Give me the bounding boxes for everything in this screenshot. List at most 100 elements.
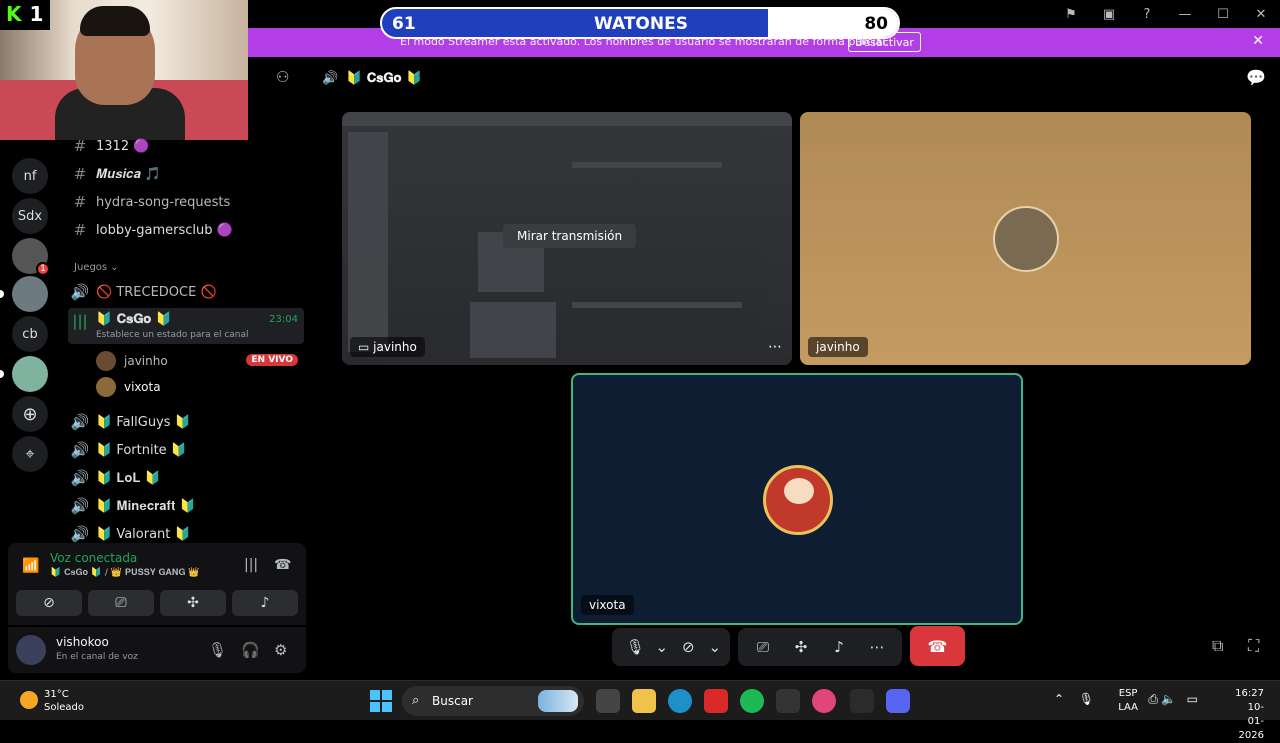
taskbar-search[interactable]: ⌕ Buscar	[402, 686, 584, 716]
speaker-icon: 🔊	[70, 497, 90, 515]
tile-name: ▭ javinho	[350, 337, 425, 357]
user-tile-vixota[interactable]: vixota	[571, 373, 1023, 625]
username[interactable]: vishokoo	[56, 635, 109, 649]
spotify-icon[interactable]	[740, 689, 764, 713]
channel-musica[interactable]: # 𝑴𝒖𝒔𝒊𝒄𝒂 🎵	[68, 160, 304, 188]
avatar	[763, 465, 833, 535]
voice-channel-fortnite[interactable]: 🔊 🔰 Fortnite 🔰	[68, 436, 304, 464]
maximize-icon[interactable]: ☐	[1204, 7, 1242, 22]
speaker-icon: 🔊	[322, 70, 339, 86]
more-icon[interactable]: ⋯	[860, 638, 894, 656]
user-tile-javinho[interactable]: javinho	[800, 112, 1251, 365]
voice-active-icon: |||	[72, 312, 88, 330]
server-badge: 1	[36, 262, 50, 276]
battery-icon[interactable]: ▭	[1187, 692, 1198, 706]
signal-icon[interactable]: 📶	[22, 558, 39, 574]
score-left: 61	[392, 14, 416, 34]
edge-icon[interactable]	[668, 689, 692, 713]
task-view-icon[interactable]	[596, 689, 620, 713]
volume-icon[interactable]: 🔈	[1161, 692, 1176, 706]
activities-icon[interactable]: ✣	[784, 638, 818, 656]
voice-channel-valorant[interactable]: 🔊 🔰 Valorant 🔰	[68, 520, 304, 545]
voice-connected-panel: 📶 Voz conectada 🔰 𝐂𝐬𝐆𝐨 🔰 / 👑 𝐏𝐔𝐒𝐒𝐘 𝐆𝐀𝐍𝐆 …	[8, 543, 306, 625]
soundboard-button[interactable]: ♪	[232, 590, 298, 616]
settings-icon[interactable]: ⚙	[274, 641, 287, 659]
chat-icon[interactable]: 💬	[1246, 68, 1266, 87]
soundboard-icon[interactable]: ♪	[822, 638, 856, 656]
discord-icon[interactable]	[886, 689, 910, 713]
file-explorer-icon[interactable]	[632, 689, 656, 713]
server-icon-c[interactable]	[12, 356, 48, 392]
start-button[interactable]	[370, 690, 392, 712]
stream-tile[interactable]: Mirar transmisión ▭ javinho ⋯	[342, 112, 792, 365]
voice-channel-fallguys[interactable]: 🔊 🔰 FallGuys 🔰	[68, 408, 304, 436]
watch-stream-button[interactable]: Mirar transmisión	[503, 224, 637, 248]
category-juegos[interactable]: Juegos ⌄	[74, 262, 119, 273]
member-javinho[interactable]: javinho EN VIVO	[96, 349, 304, 373]
app-icon[interactable]	[776, 689, 800, 713]
score-right: 80	[864, 14, 888, 34]
microphone-icon[interactable]: 🎙	[620, 638, 651, 656]
server-nf[interactable]: nf	[12, 158, 48, 194]
channel-lobby[interactable]: # lobby-gamersclub 🟣	[68, 216, 304, 244]
camera-off-icon[interactable]: ⊘	[673, 638, 704, 656]
channel-1312[interactable]: #1312 🟣	[68, 132, 304, 160]
server-sdx[interactable]: Sdx	[12, 198, 48, 234]
chevron-down-icon[interactable]: ⌄	[708, 638, 722, 656]
clock[interactable]: 16:27 10-01-2026	[1235, 687, 1264, 743]
tile-name: vixota	[581, 595, 634, 615]
avatar[interactable]	[16, 635, 46, 665]
member-vixota[interactable]: vixota	[96, 375, 304, 399]
browser-icon[interactable]	[812, 689, 836, 713]
language-indicator[interactable]: ESP LAA	[1118, 687, 1138, 715]
speaker-icon: 🔊	[70, 469, 90, 487]
noise-suppression-icon[interactable]: |||	[244, 557, 258, 573]
activities-button[interactable]: ✣	[160, 590, 226, 616]
screen-share-button[interactable]: ⎚	[88, 590, 154, 616]
disconnect-icon[interactable]: ☎	[274, 557, 291, 573]
voice-channel-minecraft[interactable]: 🔊 🔰 𝐌𝐢𝐧𝐞𝐜𝐫𝐚𝐟𝐭 🔰	[68, 492, 304, 520]
inbox-icon[interactable]: ▣	[1090, 7, 1128, 22]
hash-icon: #	[73, 165, 87, 183]
add-server-icon[interactable]: ⊕	[12, 396, 48, 432]
stage-channel-name: 🔰 𝐂𝐬𝐆𝐨 🔰	[346, 70, 423, 86]
search-icon: ⌕	[412, 693, 420, 708]
network-icon[interactable]: ⎙	[1148, 692, 1158, 707]
screen-share-icon[interactable]: ⎚	[746, 638, 780, 656]
chevron-down-icon[interactable]: ⌄	[655, 638, 669, 656]
avatar	[96, 377, 116, 397]
voice-channel-trecedoce[interactable]: 🔊 🚫 TRECEDOCE 🚫	[68, 278, 304, 306]
add-member-icon[interactable]: ⚇	[276, 68, 289, 86]
voice-channel-path: 🔰 𝐂𝐬𝐆𝐨 🔰 / 👑 𝐏𝐔𝐒𝐒𝐘 𝐆𝐀𝐍𝐆 👑	[50, 568, 200, 578]
hash-icon: #	[73, 137, 87, 155]
live-badge: EN VIVO	[246, 354, 298, 366]
server-cb[interactable]: cb	[12, 316, 48, 352]
fullscreen-icon[interactable]: ⛶	[1248, 636, 1259, 656]
banner-close-icon[interactable]: ✕	[1252, 33, 1264, 49]
help-icon[interactable]: ?	[1128, 7, 1166, 22]
popout-icon[interactable]: ⧉	[1212, 636, 1223, 656]
close-window-icon[interactable]: ✕	[1242, 7, 1280, 22]
more-options-icon[interactable]: ⋯	[768, 339, 782, 355]
server-icon-a[interactable]: 1	[12, 238, 50, 276]
chevron-up-icon[interactable]: ⌃	[1054, 692, 1064, 706]
microphone-icon[interactable]: 🎙	[1079, 692, 1094, 706]
server-icon-b[interactable]	[12, 276, 48, 312]
microphone-icon[interactable]: 🎙	[208, 641, 227, 659]
weather-widget[interactable]: 31°C Soleado	[20, 687, 100, 715]
obs-icon[interactable]	[850, 689, 874, 713]
headphones-icon[interactable]: 🎧	[241, 641, 260, 659]
leave-call-button[interactable]: ☎	[910, 626, 965, 666]
minimize-icon[interactable]: —	[1166, 7, 1204, 22]
voice-channel-csgo[interactable]: ||| 🔰 𝐂𝐬𝐆𝐨 🔰 23:04 Establece un estado pa…	[68, 308, 304, 344]
discover-icon[interactable]: ⌖	[12, 436, 48, 472]
server-rail: nf Sdx 1 cb ⊕ ⌖	[0, 140, 60, 540]
camera-off-button[interactable]: ⊘	[16, 590, 82, 616]
channel-hydra[interactable]: # hydra-song-requests	[68, 188, 304, 216]
app-l-icon[interactable]	[704, 689, 728, 713]
flag-icon[interactable]: ⚑	[1052, 7, 1090, 22]
voice-channel-lol[interactable]: 🔊 🔰 𝐋𝐨𝐋 🔰	[68, 464, 304, 492]
kick-logo: K1	[0, 0, 50, 30]
user-status: En el canal de voz	[56, 652, 138, 662]
speaker-icon: 🔊	[70, 283, 90, 301]
